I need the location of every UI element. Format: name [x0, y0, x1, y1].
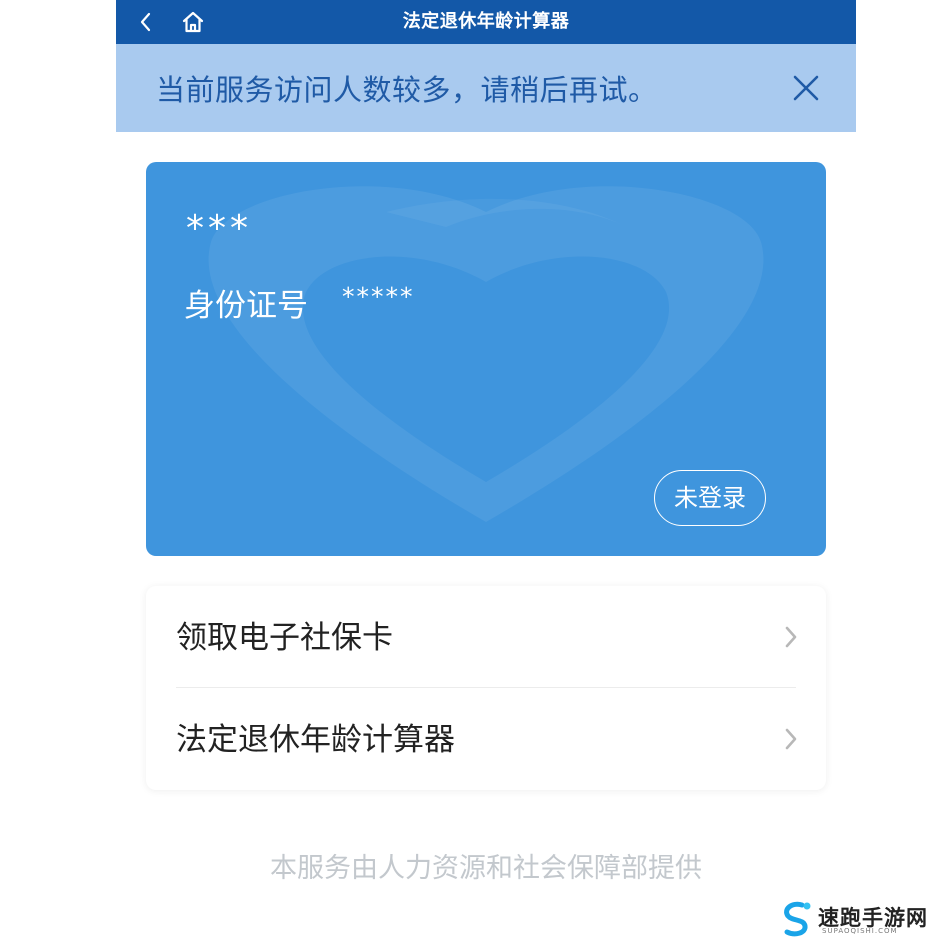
- footer-provider-text: 本服务由人力资源和社会保障部提供: [270, 853, 702, 884]
- id-number-label: 身份证号: [184, 288, 308, 324]
- social-security-card: *** 身份证号 ***** 未登录: [146, 162, 826, 556]
- menu-item-retirement-calculator[interactable]: 法定退休年龄计算器: [146, 688, 826, 790]
- menu-item-label: 领取电子社保卡: [176, 620, 393, 656]
- notice-message: 当前服务访问人数较多，请稍后再试。: [156, 73, 658, 107]
- notice-banner: 当前服务访问人数较多，请稍后再试。: [116, 44, 856, 132]
- site-watermark: 速跑手游网 SUPAOQISHI.COM: [778, 900, 938, 940]
- close-icon[interactable]: [792, 74, 820, 102]
- menu-item-get-e-card[interactable]: 领取电子社保卡: [146, 586, 826, 688]
- login-status-button[interactable]: 未登录: [654, 470, 766, 526]
- chevron-right-icon: [782, 726, 800, 752]
- service-menu: 领取电子社保卡 法定退休年龄计算器: [146, 586, 826, 790]
- chevron-right-icon: [782, 624, 800, 650]
- id-number-value: *****: [342, 282, 415, 311]
- card-holder-name: ***: [186, 208, 252, 249]
- brand-domain: SUPAOQISHI.COM: [822, 927, 898, 935]
- top-nav-bar: 法定退休年龄计算器: [116, 0, 856, 44]
- menu-item-label: 法定退休年龄计算器: [176, 722, 455, 758]
- page-title: 法定退休年龄计算器: [402, 11, 570, 32]
- brand-logo-icon: [784, 901, 811, 937]
- app-screen: 法定退休年龄计算器 当前服务访问人数较多，请稍后再试。 *** 身份证号 ***…: [116, 0, 856, 945]
